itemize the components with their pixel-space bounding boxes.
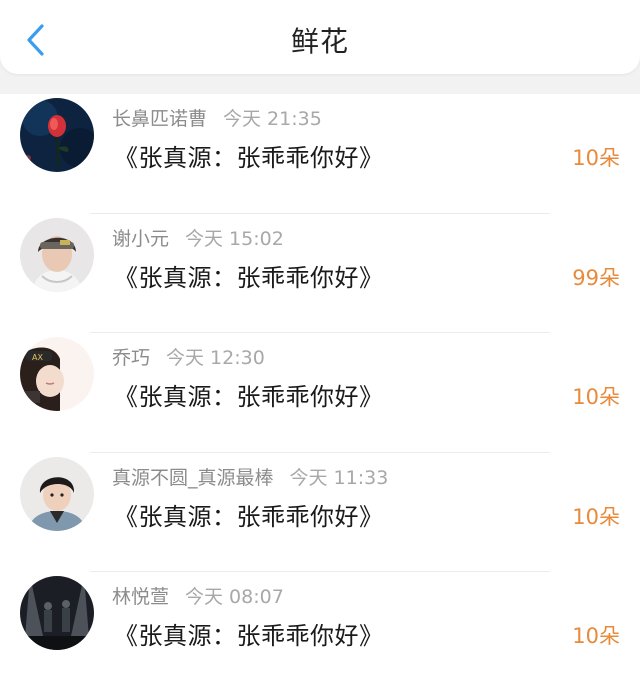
sender-name[interactable]: 真源不圆_真源最棒 xyxy=(112,467,274,489)
avatar[interactable] xyxy=(20,456,94,531)
avatar[interactable] xyxy=(20,576,94,650)
list-item[interactable]: AX 乔巧 今天 12:30 《张真源：张乖乖你好》 10朵 xyxy=(0,333,640,453)
timestamp: 今天 12:30 xyxy=(166,347,265,369)
timestamp: 今天 08:07 xyxy=(185,586,284,608)
stage-icon xyxy=(20,576,94,650)
sender-name[interactable]: 长鼻匹诺曹 xyxy=(112,108,207,130)
flower-count: 10朵 xyxy=(572,504,620,529)
message-text: 《张真源：张乖乖你好》 xyxy=(114,383,384,411)
timestamp: 今天 11:33 xyxy=(289,466,389,489)
flower-count: 10朵 xyxy=(572,385,620,409)
message-text: 《张真源：张乖乖你好》 xyxy=(114,502,384,531)
svg-text:AX: AX xyxy=(32,353,43,362)
list-item[interactable]: 长鼻匹诺曹 今天 21:35 《张真源：张乖乖你好》 10朵 xyxy=(0,94,640,214)
list-item[interactable]: 谢小元 今天 15:02 《张真源：张乖乖你好》 99朵 xyxy=(0,213,640,333)
timestamp: 今天 15:02 xyxy=(185,227,284,250)
message-text: 《张真源：张乖乖你好》 xyxy=(114,263,384,292)
list-item[interactable]: 林悦萱 今天 08:07 《张真源：张乖乖你好》 10朵 xyxy=(0,572,640,680)
message-text: 《张真源：张乖乖你好》 xyxy=(114,622,384,650)
timestamp: 今天 21:35 xyxy=(223,108,322,130)
sender-line: 林悦萱 今天 08:07 xyxy=(112,582,284,609)
page-title: 鲜花 xyxy=(290,25,349,58)
sender-line: 长鼻匹诺曹 今天 21:35 xyxy=(112,104,322,131)
sender-line: 谢小元 今天 15:02 xyxy=(112,224,284,251)
message-text: 《张真源：张乖乖你好》 xyxy=(114,144,384,172)
flower-count: 10朵 xyxy=(572,146,620,170)
flower-list: 长鼻匹诺曹 今天 21:35 《张真源：张乖乖你好》 10朵 谢小元 今天 15:0… xyxy=(0,94,640,680)
flower-count: 10朵 xyxy=(572,624,620,648)
flower-count: 99朵 xyxy=(572,265,620,290)
avatar[interactable]: AX xyxy=(20,337,94,411)
sender-line: 真源不圆_真源最棒 今天 11:33 xyxy=(112,463,388,490)
sender-line: 乔巧 今天 12:30 xyxy=(112,343,265,370)
sender-name[interactable]: 乔巧 xyxy=(112,347,150,369)
sender-name[interactable]: 谢小元 xyxy=(112,228,169,250)
list-item[interactable]: 真源不圆_真源最棒 今天 11:33 《张真源：张乖乖你好》 10朵 xyxy=(0,452,640,572)
top-bar: 鲜花 xyxy=(0,0,640,74)
avatar[interactable] xyxy=(20,98,94,172)
avatar[interactable] xyxy=(20,217,94,292)
sender-name[interactable]: 林悦萱 xyxy=(112,586,169,608)
person-icon xyxy=(20,456,94,531)
person-icon: AX xyxy=(20,337,94,411)
person-icon xyxy=(20,217,94,292)
rose-icon xyxy=(20,98,94,172)
